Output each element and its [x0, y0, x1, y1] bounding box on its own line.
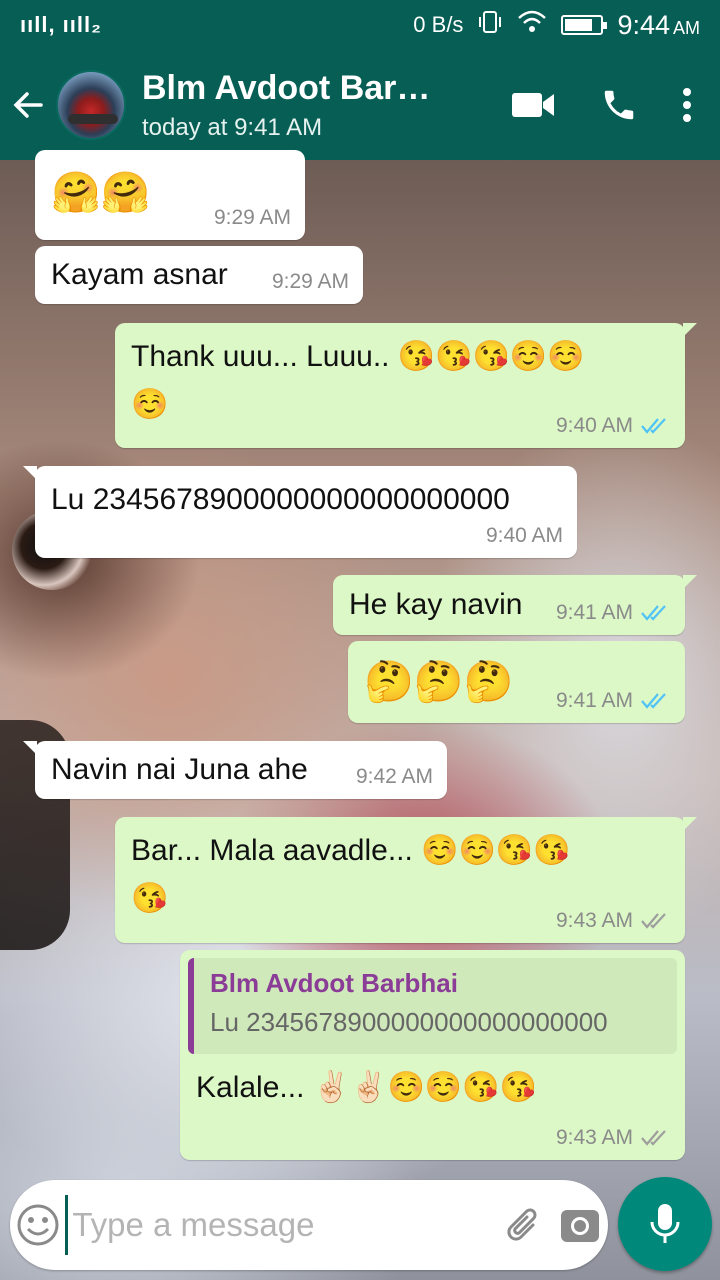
video-call-button[interactable] [490, 70, 576, 140]
message-outgoing[interactable]: He kay navin 9:41 AM [333, 575, 697, 635]
microphone-icon [650, 1204, 680, 1243]
emoji-button[interactable] [10, 1180, 65, 1270]
signal-strength: ııll, ııll₂ [20, 12, 102, 37]
message-input[interactable] [65, 1195, 498, 1255]
camera-icon [561, 1210, 600, 1242]
message-text: Lu 2345678900000000000000000 [51, 483, 510, 516]
message-time: 9:41 AM [555, 689, 633, 712]
message-time: 9:43 AM [555, 1126, 633, 1149]
attach-button[interactable] [497, 1180, 552, 1270]
read-receipt-icon [641, 418, 666, 434]
message-outgoing[interactable]: 🤔🤔🤔 9:41 AM [348, 641, 685, 723]
message-outgoing[interactable]: Bar... Mala aavadle... ☺️☺️😘😘 😘 9:43 AM [115, 817, 697, 943]
message-text: Thank uuu... Luuu.. 😘😘😘☺️☺️ [131, 340, 585, 373]
smiley-icon [17, 1204, 59, 1246]
wifi-icon [517, 10, 547, 40]
phone-icon [604, 90, 634, 120]
voice-call-button[interactable] [576, 70, 662, 140]
contact-avatar[interactable] [56, 70, 126, 140]
clock-ampm: AM [673, 17, 700, 38]
video-camera-icon [512, 93, 554, 117]
battery-icon [561, 15, 608, 35]
delivered-receipt-icon [641, 913, 666, 929]
more-vertical-icon [683, 88, 691, 122]
message-time: 9:29 AM [271, 270, 349, 293]
delivered-receipt-icon [641, 1130, 666, 1146]
network-speed: 0 B/s [413, 12, 464, 37]
quoted-sender: Blm Avdoot Barbhai [210, 968, 458, 998]
paperclip-icon [507, 1208, 537, 1241]
quoted-message[interactable]: Blm Avdoot Barbhai Lu 234567890000000000… [188, 958, 677, 1054]
status-bar: ııll, ııll₂ 0 B/s 9:44 AM [0, 0, 720, 50]
message-time: 9:43 AM [555, 909, 633, 932]
message-outgoing[interactable]: Thank uuu... Luuu.. 😘😘😘☺️☺️ ☺️ 9:40 AM [115, 323, 697, 448]
message-time: 9:42 AM [355, 765, 433, 788]
more-options-button[interactable] [662, 70, 712, 140]
vibrate-icon [477, 9, 503, 41]
clock: 9:44 [617, 9, 670, 40]
message-incoming[interactable]: Lu 2345678900000000000000000 9:40 AM [23, 466, 577, 558]
back-button[interactable] [0, 50, 56, 160]
message-incoming[interactable]: Kayam asnar 9:29 AM [35, 246, 363, 304]
message-time: 9:41 AM [555, 601, 633, 624]
message-text: Kalale... ✌🏻✌🏻☺️☺️😘😘 [196, 1071, 537, 1104]
message-incoming[interactable]: 🤗🤗 9:29 AM [35, 150, 305, 240]
message-composer [10, 1180, 608, 1270]
voice-record-button[interactable] [618, 1177, 712, 1271]
chat-header: Blm Avdoot Barbhai today at 9:41 AM [0, 50, 720, 160]
camera-button[interactable] [553, 1180, 608, 1270]
last-seen: today at 9:41 AM [142, 113, 323, 141]
arrow-left-icon [13, 92, 43, 118]
message-time: 9:40 AM [485, 524, 563, 547]
quoted-text: Lu 2345678900000000000000000 [210, 1007, 608, 1037]
message-text: Bar... Mala aavadle... ☺️☺️😘😘 [131, 834, 571, 867]
contact-info[interactable]: Blm Avdoot Barbhai today at 9:41 AM [142, 69, 490, 142]
message-incoming[interactable]: Navin nai Juna ahe 9:42 AM [23, 741, 447, 799]
read-receipt-icon [641, 605, 666, 621]
message-outgoing-reply[interactable]: Blm Avdoot Barbhai Lu 234567890000000000… [180, 950, 685, 1160]
message-time: 9:29 AM [213, 206, 291, 229]
contact-name: Blm Avdoot Barbhai [142, 68, 442, 107]
read-receipt-icon [641, 693, 666, 709]
message-time: 9:40 AM [555, 414, 633, 437]
